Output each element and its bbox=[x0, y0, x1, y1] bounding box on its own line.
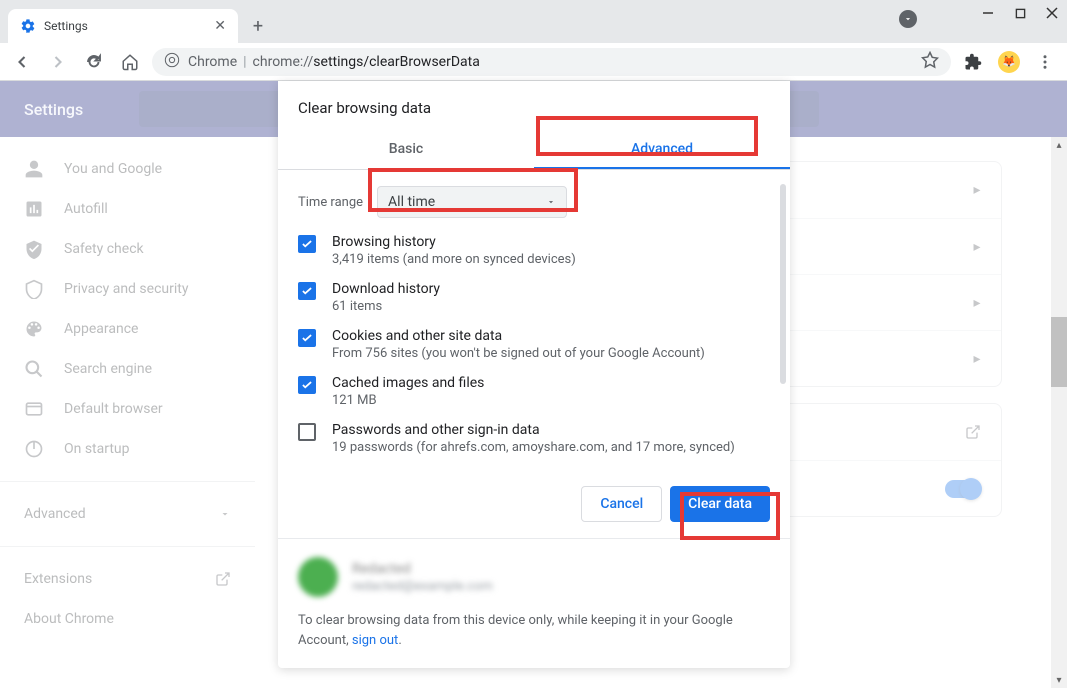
option-title: Passwords and other sign-in data bbox=[332, 422, 735, 438]
checkbox[interactable] bbox=[298, 282, 316, 300]
star-icon[interactable] bbox=[921, 51, 939, 73]
extension-badge-icon[interactable]: 🦊 bbox=[995, 48, 1023, 76]
url-label: Chrome bbox=[188, 54, 237, 70]
option-title: Cookies and other site data bbox=[332, 328, 705, 344]
clear-data-option: Cookies and other site data From 756 sit… bbox=[298, 328, 770, 361]
option-subtitle: 121 MB bbox=[332, 393, 484, 408]
dialog-scrollbar[interactable] bbox=[780, 184, 786, 384]
reload-button[interactable] bbox=[80, 48, 108, 76]
option-subtitle: From 756 sites (you won't be signed out … bbox=[332, 346, 705, 361]
dialog-title: Clear browsing data bbox=[278, 81, 790, 131]
scrollbar-thumb[interactable] bbox=[1051, 317, 1067, 387]
address-bar[interactable]: Chrome | chrome://settings/clearBrowserD… bbox=[152, 48, 951, 76]
menu-icon[interactable] bbox=[1031, 48, 1059, 76]
close-tab-icon[interactable]: ✕ bbox=[214, 18, 226, 34]
time-range-select[interactable]: All time bbox=[377, 186, 567, 218]
option-title: Browsing history bbox=[332, 234, 576, 250]
clear-data-button[interactable]: Clear data bbox=[670, 486, 770, 522]
chrome-icon bbox=[164, 52, 180, 72]
url-path: settings/clearBrowserData bbox=[313, 54, 480, 70]
dialog-tabs: Basic Advanced bbox=[278, 131, 790, 170]
close-window-icon[interactable] bbox=[1045, 6, 1059, 20]
maximize-icon[interactable] bbox=[1013, 6, 1027, 20]
clear-data-option: Browsing history 3,419 items (and more o… bbox=[298, 234, 770, 267]
dialog-footer: Redacted redacted@example.com To clear b… bbox=[278, 538, 790, 668]
option-title: Cached images and files bbox=[332, 375, 484, 391]
clear-data-option: Cached images and files 121 MB bbox=[298, 375, 770, 408]
avatar bbox=[298, 557, 338, 597]
clear-data-option: Passwords and other sign-in data 19 pass… bbox=[298, 422, 770, 455]
account-email: redacted@example.com bbox=[352, 579, 493, 594]
minimize-icon[interactable] bbox=[981, 6, 995, 20]
checkbox[interactable] bbox=[298, 329, 316, 347]
account-info: Redacted redacted@example.com bbox=[298, 557, 770, 597]
scroll-up-icon[interactable]: ▴ bbox=[1051, 137, 1067, 153]
dialog-body: Time range All time Browsing history 3,4… bbox=[278, 170, 790, 470]
clear-data-option: Autofill form data bbox=[298, 469, 770, 470]
tab-title: Settings bbox=[44, 19, 214, 33]
checkbox[interactable] bbox=[298, 376, 316, 394]
scroll-down-icon[interactable]: ▾ bbox=[1051, 672, 1067, 688]
option-subtitle: 19 passwords (for ahrefs.com, amoyshare.… bbox=[332, 440, 735, 455]
cancel-button[interactable]: Cancel bbox=[581, 486, 662, 522]
time-range-label: Time range bbox=[298, 195, 363, 210]
window-controls bbox=[981, 6, 1059, 20]
signout-text: To clear browsing data from this device … bbox=[298, 611, 770, 650]
extensions-icon[interactable] bbox=[959, 48, 987, 76]
forward-button[interactable] bbox=[44, 48, 72, 76]
browser-tab[interactable]: Settings ✕ bbox=[8, 9, 238, 43]
back-button[interactable] bbox=[8, 48, 36, 76]
option-subtitle: 61 items bbox=[332, 299, 440, 314]
checkbox[interactable] bbox=[298, 235, 316, 253]
account-chip-icon[interactable] bbox=[899, 10, 917, 28]
page-scrollbar[interactable]: ▴ ▾ bbox=[1051, 137, 1067, 688]
checkbox[interactable] bbox=[298, 423, 316, 441]
tab-basic[interactable]: Basic bbox=[278, 131, 534, 169]
clear-data-option: Download history 61 items bbox=[298, 281, 770, 314]
option-title: Autofill form data bbox=[332, 469, 440, 470]
url-scheme: chrome:// bbox=[253, 54, 314, 70]
settings-gear-icon bbox=[20, 18, 36, 34]
window-titlebar: Settings ✕ + bbox=[0, 0, 1067, 43]
clear-browsing-data-dialog: Clear browsing data Basic Advanced Time … bbox=[278, 81, 790, 668]
home-button[interactable] bbox=[116, 48, 144, 76]
tab-advanced[interactable]: Advanced bbox=[534, 131, 790, 169]
dialog-actions: Cancel Clear data bbox=[278, 470, 790, 538]
option-title: Download history bbox=[332, 281, 440, 297]
account-name: Redacted bbox=[352, 561, 493, 577]
option-subtitle: 3,419 items (and more on synced devices) bbox=[332, 252, 576, 267]
browser-toolbar: Chrome | chrome://settings/clearBrowserD… bbox=[0, 43, 1067, 81]
chevron-down-icon bbox=[546, 197, 556, 207]
time-range-row: Time range All time bbox=[298, 186, 770, 218]
sign-out-link[interactable]: sign out bbox=[352, 633, 398, 648]
new-tab-button[interactable]: + bbox=[244, 12, 272, 40]
